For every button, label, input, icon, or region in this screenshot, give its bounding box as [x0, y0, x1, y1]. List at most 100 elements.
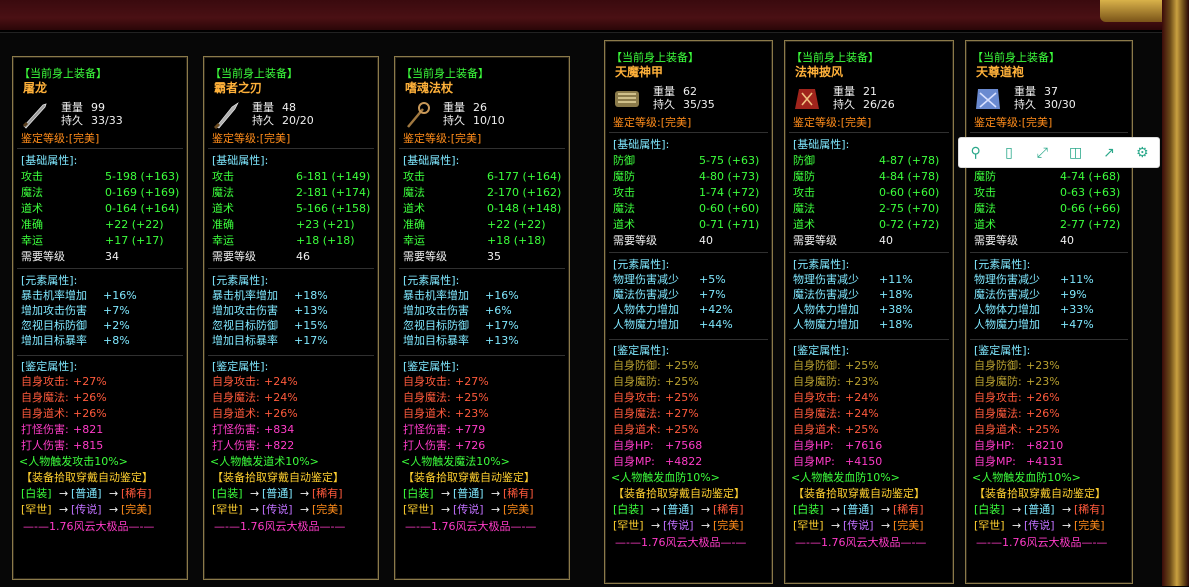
base-attr-label: 道术: [21, 202, 43, 215]
durability-label: 持久: [443, 114, 465, 127]
rarity-tier: [完美]: [503, 503, 534, 516]
divider: [789, 339, 949, 340]
base-attr-value: +22 (+22): [105, 218, 164, 231]
ident-attr-label: 打人伤害:: [21, 439, 69, 452]
ident-attr-label: 自身魔法:: [793, 407, 841, 420]
base-attr-value: 0-169 (+169): [105, 186, 180, 199]
element-attr-value: +15%: [294, 319, 328, 332]
divider: [17, 355, 183, 356]
divider: [17, 148, 183, 149]
rarity-tier: [普通]: [663, 503, 694, 516]
card-footer: —-—1.76风云大极品—-—: [795, 536, 927, 549]
element-attr-value: +17%: [485, 319, 519, 332]
ident-attr-title: [鉴定属性]:: [21, 360, 78, 373]
ident-attr-label: 自身道术:: [974, 423, 1022, 436]
element-attr-value: +16%: [103, 289, 137, 302]
auto-identify-text: 【装备拾取穿戴自动鉴定】: [403, 471, 535, 484]
element-attr-value: +13%: [294, 304, 328, 317]
divider: [208, 148, 374, 149]
card-header: 【当前身上装备】: [791, 51, 879, 64]
appraise-level: 鉴定等级:[完美]: [613, 116, 692, 129]
ident-attr-value: +26%: [264, 407, 298, 420]
element-attr-title: [元素属性]:: [21, 274, 78, 287]
base-attr-value: 2-181 (+174): [296, 186, 371, 199]
weight-value: 37: [1044, 85, 1058, 98]
divider: [399, 148, 565, 149]
element-attr-value: +6%: [485, 304, 512, 317]
ident-attr-label: 自身攻击:: [21, 375, 69, 388]
phone-icon[interactable]: ▯: [1001, 145, 1017, 161]
equipment-card: 【当前身上装备】 天魔神甲 重量 62 持久 35/35 鉴定等级:[完美] [基础属性]: 防…: [604, 40, 773, 584]
base-attr-value: 2-75 (+70): [879, 202, 940, 215]
rarity-tier: →: [831, 503, 841, 516]
durability-label: 持久: [653, 98, 675, 111]
base-attr-label: 攻击: [793, 186, 815, 199]
trigger-text: <人物触发魔法10%>: [401, 455, 510, 468]
divider: [970, 132, 1128, 133]
element-attr-label: 增加攻击伤害: [403, 304, 469, 317]
base-attr-label: 幸运: [21, 234, 43, 247]
fullscreen-icon[interactable]: ⤢: [1034, 145, 1050, 161]
element-attr-label: 增加攻击伤害: [21, 304, 87, 317]
search-icon[interactable]: ⚲: [968, 145, 984, 161]
ident-attr-label: 自身MP:: [613, 455, 655, 468]
ident-attr-value: +25%: [665, 423, 699, 436]
blade-icon: [212, 101, 240, 130]
element-attr-label: 暴击机率增加: [21, 289, 87, 302]
save-icon[interactable]: ◫: [1068, 145, 1084, 161]
ident-attr-label: 自身HP:: [793, 439, 834, 452]
element-attr-title: [元素属性]:: [613, 258, 670, 271]
base-attr-value: 4-74 (+68): [1060, 170, 1121, 183]
ident-attr-label: 自身MP:: [793, 455, 835, 468]
trigger-text: <人物触发道术10%>: [210, 455, 319, 468]
base-attr-value: 4-80 (+73): [699, 170, 760, 183]
element-attr-value: +38%: [879, 303, 913, 316]
rarity-tier: [完美]: [713, 519, 744, 532]
element-attr-value: +9%: [1060, 288, 1087, 301]
ident-attr-label: 自身HP:: [974, 439, 1015, 452]
rarity-tier: →: [109, 487, 119, 500]
base-attr-value: 6-181 (+149): [296, 170, 371, 183]
base-attr-value: 0-60 (+60): [699, 202, 760, 215]
share-icon[interactable]: ↗: [1101, 145, 1117, 161]
weight-value: 62: [683, 85, 697, 98]
element-attr-label: 忽视目标防御: [403, 319, 469, 332]
base-attr-label: 准确: [21, 218, 43, 231]
weight-value: 21: [863, 85, 877, 98]
ident-attr-value: +822: [264, 439, 295, 452]
base-attr-value: +18 (+18): [487, 234, 546, 247]
ident-attr-value: +23%: [1026, 359, 1060, 372]
divider: [208, 355, 374, 356]
divider: [789, 132, 949, 133]
element-attr-label: 暴击机率增加: [212, 289, 278, 302]
base-attr-title: [基础属性]:: [21, 154, 78, 167]
rarity-tier: [罕世]: [613, 519, 644, 532]
base-attr-label: 道术: [974, 218, 996, 231]
base-attr-value: 0-71 (+71): [699, 218, 760, 231]
weight-value: 99: [91, 101, 105, 114]
trigger-text: <人物触发血防10%>: [611, 471, 720, 484]
base-attr-label: 魔法: [974, 202, 996, 215]
card-header: 【当前身上装备】: [210, 67, 298, 80]
rarity-tier: →: [250, 487, 260, 500]
appraise-level: 鉴定等级:[完美]: [793, 116, 872, 129]
rarity-tier: [稀有]: [713, 503, 744, 516]
item-name: 屠龙: [23, 81, 48, 95]
settings-icon[interactable]: ⚙: [1134, 145, 1150, 161]
rarity-tier: [白装]: [21, 487, 52, 500]
ident-attr-label: 打人伤害:: [403, 439, 451, 452]
ident-attr-label: 打怪伤害:: [21, 423, 69, 436]
ident-attr-label: 自身道术:: [793, 423, 841, 436]
element-attr-label: 物理伤害减少: [613, 273, 679, 286]
base-attr-value: 40: [879, 234, 893, 247]
rarity-tier: [传说]: [1024, 519, 1055, 532]
ident-attr-label: 自身魔法:: [613, 407, 661, 420]
ident-attr-value: +23%: [1026, 375, 1060, 388]
element-attr-value: +42%: [699, 303, 733, 316]
element-attr-value: +47%: [1060, 318, 1094, 331]
weight-value: 48: [282, 101, 296, 114]
ident-attr-value: +25%: [665, 375, 699, 388]
ident-attr-label: 自身魔法:: [974, 407, 1022, 420]
rarity-tier: [稀有]: [1074, 503, 1105, 516]
weight-label: 重量: [653, 85, 675, 98]
